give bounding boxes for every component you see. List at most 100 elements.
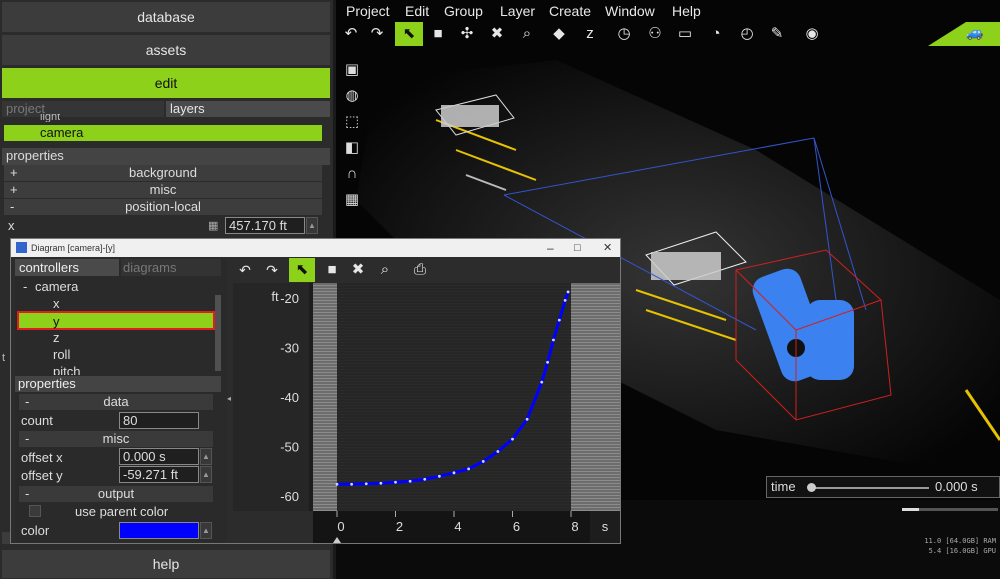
section-label: output — [97, 486, 135, 501]
tab-project[interactable]: project — [2, 101, 164, 117]
offset-x-field[interactable]: 0.000 s — [119, 448, 199, 465]
undo-icon[interactable]: ↶ — [341, 24, 361, 44]
tab-diagrams[interactable]: diagrams — [121, 259, 221, 276]
series-point — [552, 338, 555, 342]
redo-icon[interactable]: ↷ — [367, 24, 387, 44]
series-point — [563, 298, 567, 302]
section-background[interactable]: + background — [4, 165, 322, 181]
assets-button[interactable]: assets — [2, 35, 330, 65]
select-arrow-icon[interactable]: ⬉ — [395, 22, 423, 46]
tab-layers[interactable]: layers — [166, 101, 330, 117]
comment-icon[interactable]: ▭ — [675, 24, 695, 44]
color-label: color — [21, 523, 50, 538]
diagram-curve-chart[interactable]: ft s -20 -30 -40 -50 -60 0 2 4 6 8 — [233, 283, 620, 543]
diagram-delete-icon[interactable]: ✖ — [348, 260, 368, 280]
section-output[interactable]: - output — [19, 486, 213, 502]
offset-y-field[interactable]: -59.271 ft — [119, 466, 199, 483]
camera-icon[interactable]: ▣ — [341, 59, 363, 81]
database-button[interactable]: database — [2, 2, 330, 32]
delete-x-icon[interactable]: ✖ — [487, 24, 507, 44]
diagram-titlebar[interactable]: Diagram [camera]-[y] – □ ✕ — [11, 239, 620, 257]
collapse-arrow-icon[interactable]: ◂ — [227, 394, 232, 404]
maximize-button[interactable]: □ — [574, 239, 581, 257]
tree-item-z[interactable]: z — [53, 329, 60, 346]
series-point — [379, 481, 383, 485]
minimize-button[interactable]: – — [547, 239, 554, 257]
group-icon[interactable]: ⚇ — [645, 24, 665, 44]
wrench-icon[interactable]: ✎ — [767, 24, 787, 44]
tree-item-roll[interactable]: roll — [53, 346, 70, 363]
layer-item-light[interactable]: light — [40, 114, 60, 122]
series-point — [364, 482, 368, 486]
sphere-icon[interactable]: ◍ — [341, 85, 363, 107]
series-point — [467, 467, 471, 471]
series-point — [525, 417, 529, 421]
tree-root-camera[interactable]: camera — [35, 278, 78, 295]
grid-icon[interactable]: ▦ — [341, 189, 363, 211]
time-slider-track[interactable] — [811, 487, 929, 489]
keyframe-grid-icon[interactable]: ▦ — [208, 220, 222, 232]
menu-edit[interactable]: Edit — [405, 3, 429, 19]
count-field[interactable]: 80 — [119, 412, 199, 429]
color-spin-icon[interactable]: ▲ — [200, 522, 212, 539]
gauge-icon[interactable]: ◔ — [706, 24, 726, 44]
x-tick-label: 8 — [571, 519, 578, 534]
zoom-icon[interactable]: ⌕ — [517, 24, 537, 44]
menu-layer[interactable]: Layer — [500, 3, 535, 19]
menu-create[interactable]: Create — [549, 3, 591, 19]
offset-y-spin-icon[interactable]: ▲ — [200, 466, 212, 483]
tree-expand-sign[interactable]: - — [23, 278, 27, 295]
menu-group[interactable]: Group — [444, 3, 483, 19]
use-parent-color-checkbox[interactable] — [29, 505, 41, 517]
tree-item-pitch[interactable]: pitch — [53, 363, 80, 375]
time-bar: time 0.000 s — [766, 476, 1000, 498]
cube-axis-icon[interactable]: ⬚ — [341, 111, 363, 133]
diagram-zoom-icon[interactable]: ⌕ — [375, 260, 395, 280]
diagram-undo-icon[interactable]: ↶ — [235, 260, 255, 280]
menu-project[interactable]: Project — [346, 3, 390, 19]
time-slider-knob[interactable] — [807, 483, 816, 492]
transform-icon[interactable]: ✣ — [457, 24, 477, 44]
close-button[interactable]: ✕ — [603, 239, 612, 257]
diagram-redo-icon[interactable]: ↷ — [262, 260, 282, 280]
menu-help[interactable]: Help — [672, 3, 701, 19]
tree-scrollbar[interactable] — [215, 295, 221, 371]
section-label: background — [129, 165, 197, 180]
section-misc[interactable]: + misc — [4, 182, 322, 198]
layer-item-camera[interactable]: camera — [4, 125, 322, 141]
section-label: position-local — [125, 199, 201, 214]
timer-icon[interactable]: ◷ — [614, 24, 634, 44]
tree-item-y[interactable]: y — [17, 311, 215, 330]
series-point — [566, 290, 570, 294]
diagram-select-icon[interactable]: ⬉ — [289, 258, 315, 282]
menu-window[interactable]: Window — [605, 3, 655, 19]
diagram-square-icon[interactable]: ■ — [322, 260, 342, 280]
cube-icon[interactable]: ◆ — [549, 24, 569, 44]
offset-x-spin-icon[interactable]: ▲ — [200, 448, 212, 465]
x-spin-icon[interactable]: ▲ — [306, 217, 318, 234]
ram-stat: 11.0 [64.0GB] RAM — [924, 537, 996, 545]
diagram-plot-panel[interactable]: ft s -20 -30 -40 -50 -60 0 2 4 6 8 — [233, 283, 620, 543]
section-position-local[interactable]: - position-local — [4, 199, 322, 215]
series-point — [557, 318, 561, 322]
square-icon[interactable]: ■ — [428, 24, 448, 44]
car-logo-icon: 🚙 — [966, 24, 984, 40]
edit-button[interactable]: edit — [2, 68, 330, 98]
section-misc[interactable]: - misc — [19, 431, 213, 447]
x-position-field[interactable]: 457.170 ft — [225, 217, 305, 234]
diagram-print-icon[interactable]: ⎙ — [410, 260, 430, 280]
clock-icon[interactable]: ◴ — [737, 24, 757, 44]
gpu-stat: 5.4 [16.0GB] GPU — [928, 547, 996, 555]
settings-icon[interactable]: ◉ — [802, 24, 822, 44]
y-tick-label: -20 — [280, 291, 299, 306]
series-point — [437, 474, 441, 478]
color-swatch[interactable] — [119, 522, 199, 539]
frame-icon[interactable]: ◧ — [341, 137, 363, 159]
tab-controllers[interactable]: controllers — [15, 259, 119, 276]
x-tick-label: 6 — [513, 519, 520, 534]
z-axis-icon[interactable]: z — [580, 24, 600, 44]
tree-item-x[interactable]: x — [53, 295, 60, 312]
magnet-icon[interactable]: ∩ — [341, 163, 363, 185]
help-button[interactable]: help — [2, 550, 330, 578]
section-data[interactable]: - data — [19, 394, 213, 410]
